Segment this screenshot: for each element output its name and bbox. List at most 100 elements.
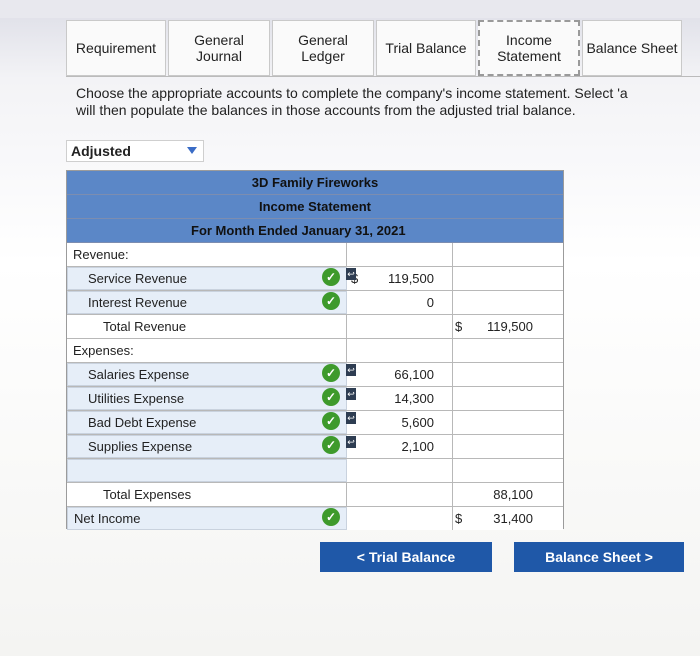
tab-balance-sheet[interactable]: Balance Sheet xyxy=(582,20,682,76)
income-statement-sheet: 3D Family Fireworks Income Statement For… xyxy=(66,170,564,531)
tab-requirement[interactable]: Requirement xyxy=(66,20,166,76)
tab-label: Trial Balance xyxy=(385,40,467,56)
check-icon: ✓ xyxy=(322,412,340,430)
link-icon[interactable]: ↩ xyxy=(346,436,356,448)
revenue-heading-row: Revenue: xyxy=(67,243,563,267)
account-select-cell[interactable]: Service Revenue xyxy=(67,267,347,290)
row-label-cell: Total Expenses xyxy=(67,483,347,506)
revenue-heading: Revenue: xyxy=(73,247,129,262)
amount-cell[interactable]: 0 xyxy=(347,291,453,314)
tab-label: General Journal xyxy=(194,32,244,64)
table-row: Supplies Expense 2,100 xyxy=(67,435,563,459)
prev-trial-balance-button[interactable]: < Trial Balance xyxy=(320,542,492,572)
tab-label: Balance Sheet xyxy=(586,40,678,56)
tab-label: General Ledger xyxy=(298,32,348,64)
check-icon: ✓ xyxy=(322,268,340,286)
net-income-select-cell[interactable]: Net Income xyxy=(67,507,347,530)
link-icon[interactable]: ↩ xyxy=(346,412,356,424)
amount-cell[interactable]: 14,300 xyxy=(347,387,453,410)
amount-cell[interactable]: 66,100 xyxy=(347,363,453,386)
dollar-sign: $ xyxy=(455,319,463,334)
total-cell xyxy=(453,363,563,386)
total-expenses-row: Total Expenses 88,100 xyxy=(67,483,563,507)
tab-label: Requirement xyxy=(75,40,157,56)
amount-cell[interactable]: $119,500 xyxy=(347,267,453,290)
total-cell[interactable]: $119,500 xyxy=(453,315,563,338)
row-label-cell: Revenue: xyxy=(67,243,347,266)
table-row: Service Revenue $119,500 xyxy=(67,267,563,291)
amount-value: 14,300 xyxy=(394,391,434,406)
link-icon[interactable]: ↩ xyxy=(346,268,356,280)
chevron-down-icon xyxy=(187,147,197,154)
account-name: Utilities Expense xyxy=(88,391,185,406)
total-cell xyxy=(453,411,563,434)
statement-title: Income Statement xyxy=(67,195,563,219)
account-select-cell[interactable]: Supplies Expense xyxy=(67,435,347,458)
panel-divider xyxy=(66,76,700,77)
account-name: Service Revenue xyxy=(88,271,187,286)
tab-general-ledger[interactable]: General Ledger xyxy=(272,20,374,76)
link-icon[interactable]: ↩ xyxy=(346,388,356,400)
company-name: 3D Family Fireworks xyxy=(67,171,563,195)
total-revenue-value: 119,500 xyxy=(486,319,533,334)
table-row-empty xyxy=(67,459,563,483)
statement-period: For Month Ended January 31, 2021 xyxy=(67,219,563,243)
total-cell xyxy=(453,243,563,266)
amount-cell xyxy=(347,507,453,530)
check-icon: ✓ xyxy=(322,364,340,382)
amount-cell[interactable]: 2,100 xyxy=(347,435,453,458)
total-revenue-row: Total Revenue $119,500 xyxy=(67,315,563,339)
account-select-cell[interactable]: Utilities Expense xyxy=(67,387,347,410)
check-icon: ✓ xyxy=(322,508,340,526)
total-cell xyxy=(453,291,563,314)
total-cell[interactable]: $31,400 xyxy=(453,507,563,530)
table-row: Utilities Expense 14,300 xyxy=(67,387,563,411)
table-row: Salaries Expense 66,100 xyxy=(67,363,563,387)
account-name: Bad Debt Expense xyxy=(88,415,197,430)
check-icon: ✓ xyxy=(322,388,340,406)
tab-trial-balance[interactable]: Trial Balance xyxy=(376,20,476,76)
balance-type-select[interactable]: Adjusted xyxy=(66,140,204,162)
instructions-line: Choose the appropriate accounts to compl… xyxy=(76,85,628,101)
tab-general-journal[interactable]: General Journal xyxy=(168,20,270,76)
total-cell xyxy=(453,339,563,362)
account-select-cell[interactable]: Interest Revenue xyxy=(67,291,347,314)
instructions: Choose the appropriate accounts to compl… xyxy=(76,85,700,119)
account-name: Salaries Expense xyxy=(88,367,190,382)
check-icon: ✓ xyxy=(322,436,340,454)
account-select-cell[interactable] xyxy=(67,459,347,482)
button-label: < Trial Balance xyxy=(356,549,456,565)
total-cell[interactable]: 88,100 xyxy=(453,483,563,506)
button-label: Balance Sheet > xyxy=(545,549,653,565)
net-income-label: Net Income xyxy=(74,511,141,526)
net-income-row: Net Income $31,400 xyxy=(67,507,563,531)
amount-value: 5,600 xyxy=(401,415,434,430)
amount-value: 0 xyxy=(426,295,434,310)
link-icon[interactable]: ↩ xyxy=(346,364,356,376)
expenses-heading-row: Expenses: xyxy=(67,339,563,363)
amount-cell[interactable] xyxy=(347,459,453,482)
amount-cell xyxy=(347,243,453,266)
row-label-cell: Total Revenue xyxy=(67,315,347,338)
total-cell xyxy=(453,267,563,290)
amount-cell xyxy=(347,483,453,506)
account-name: Interest Revenue xyxy=(88,295,188,310)
total-expenses-label: Total Expenses xyxy=(103,487,192,502)
account-select-cell[interactable]: Bad Debt Expense xyxy=(67,411,347,434)
amount-cell xyxy=(347,339,453,362)
account-name: Supplies Expense xyxy=(88,439,193,454)
total-revenue-label: Total Revenue xyxy=(103,319,187,334)
amount-cell[interactable]: 5,600 xyxy=(347,411,453,434)
tab-income-statement[interactable]: Income Statement xyxy=(478,20,580,76)
tab-label: Income Statement xyxy=(497,32,561,64)
amount-value: 2,100 xyxy=(401,439,434,454)
top-bar xyxy=(0,0,700,18)
net-income-value: 31,400 xyxy=(493,511,533,526)
amount-value: 66,100 xyxy=(394,367,434,382)
next-balance-sheet-button[interactable]: Balance Sheet > xyxy=(514,542,684,572)
dollar-sign: $ xyxy=(455,511,463,526)
instructions-line: will then populate the balances in those… xyxy=(76,102,576,118)
expenses-heading: Expenses: xyxy=(73,343,134,358)
check-icon: ✓ xyxy=(322,292,340,310)
account-select-cell[interactable]: Salaries Expense xyxy=(67,363,347,386)
